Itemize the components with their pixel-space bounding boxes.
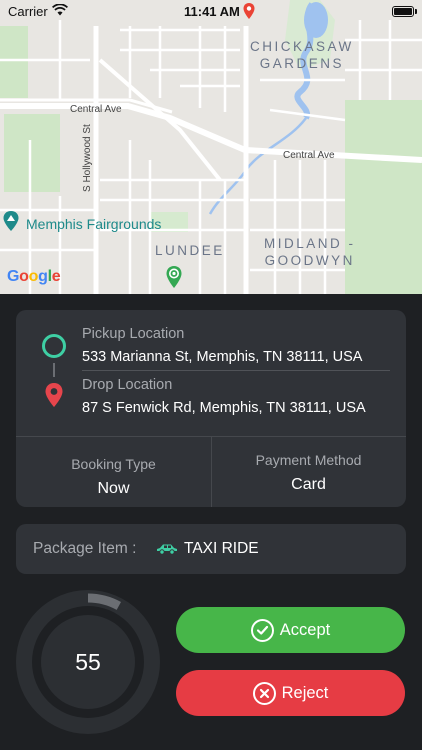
fairgrounds-icon: [2, 210, 20, 232]
booking-type-section: Booking Type Now: [16, 436, 211, 507]
accept-button[interactable]: Accept: [176, 607, 405, 653]
x-circle-icon: [252, 681, 276, 705]
battery-icon: [392, 6, 414, 17]
map-label-lundee: LUNDEE: [155, 243, 225, 258]
check-circle-icon: [250, 618, 274, 642]
countdown-seconds: 55: [75, 649, 101, 675]
wifi-icon: [51, 3, 69, 19]
payment-method-value: Card: [291, 476, 326, 493]
map-label-hollywood-st: S Hollywood St: [82, 124, 93, 192]
booking-type-label: Booking Type: [71, 456, 156, 472]
location-pin-icon: [242, 2, 256, 23]
package-item-value: TAXI RIDE: [184, 540, 259, 557]
map-label-midland-goodwyn: MIDLAND - GOODWYN: [264, 236, 356, 268]
trip-details-card: Pickup Location 533 Marianna St, Memphis…: [16, 310, 406, 507]
battery-tip: [415, 9, 417, 14]
route-connector: [53, 363, 55, 377]
package-item-card: Package Item : TAXI RIDE: [16, 524, 406, 574]
booking-type-value: Now: [97, 480, 130, 497]
map-label-memphis-fairgrounds[interactable]: Memphis Fairgrounds: [26, 216, 161, 232]
payment-method-label: Payment Method: [255, 452, 362, 468]
countdown-timer: 55: [16, 590, 160, 734]
carrier-label: Carrier: [8, 4, 48, 19]
drop-location-label: Drop Location: [82, 377, 173, 393]
google-logo: Google: [7, 268, 61, 285]
package-item-label: Package Item :: [33, 540, 137, 557]
accept-label: Accept: [279, 621, 331, 639]
reject-label: Reject: [281, 684, 329, 702]
pickup-ring-icon: [42, 334, 66, 358]
clock-label: 11:41 AM: [184, 4, 240, 19]
status-bar: Carrier 11:41 AM: [0, 0, 422, 22]
destination-marker-icon[interactable]: [165, 265, 183, 289]
map-label-central-ave-east: Central Ave: [283, 150, 335, 161]
car-icon: [156, 542, 178, 555]
map-view[interactable]: Carrier 11:41 AM CHICKASAW GARDENS Centr…: [0, 0, 422, 294]
drop-pin-icon: [44, 382, 64, 408]
map-label-chickasaw-gardens: CHICKASAW GARDENS: [250, 39, 354, 71]
payment-method-section: Payment Method Card: [211, 436, 406, 507]
location-divider: [82, 370, 390, 371]
drop-address: 87 S Fenwick Rd, Memphis, TN 38111, USA: [82, 400, 366, 416]
pickup-address: 533 Marianna St, Memphis, TN 38111, USA: [82, 349, 363, 365]
reject-button[interactable]: Reject: [176, 670, 405, 716]
pickup-location-label: Pickup Location: [82, 326, 185, 342]
map-label-central-ave: Central Ave: [70, 104, 122, 115]
ride-request-panel: Pickup Location 533 Marianna St, Memphis…: [0, 294, 422, 750]
